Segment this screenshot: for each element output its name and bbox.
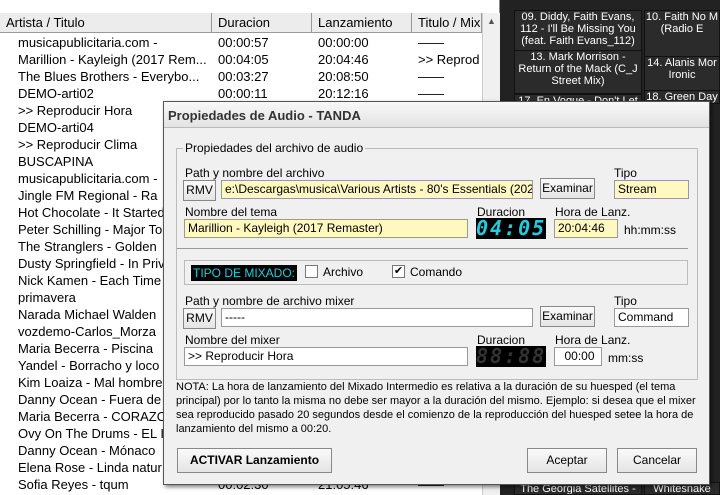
table-cell: >> Reprod bbox=[418, 52, 480, 67]
tipo-field[interactable]: Stream bbox=[614, 180, 689, 199]
aceptar-button[interactable]: Aceptar bbox=[527, 448, 607, 473]
table-cell: 00:00:11 bbox=[218, 86, 268, 101]
mixer-rmv-button[interactable]: RMV bbox=[183, 308, 216, 329]
table-row[interactable]: musicapublicitaria.com - 00:00:57 00:00:00… bbox=[0, 34, 482, 51]
table-cell: —— bbox=[418, 69, 444, 84]
mixer-hora-field[interactable]: 00:00 bbox=[554, 347, 602, 366]
cart-cell[interactable]: 14. Alanis Mor Ironic bbox=[644, 56, 720, 94]
column-header-mix[interactable]: Titulo / Mix bbox=[412, 13, 482, 32]
cancelar-button[interactable]: Cancelar bbox=[617, 448, 697, 473]
activar-lanzamiento-button[interactable]: ACTIVAR Lanzamiento bbox=[177, 448, 332, 473]
comando-label: Comando bbox=[410, 265, 463, 279]
mixer-nombre-field[interactable]: >> Reproducir Hora bbox=[184, 347, 468, 366]
mixer-duracion-display: 88:88 bbox=[476, 344, 547, 368]
table-cell: DEMO-arti02 bbox=[18, 86, 94, 101]
comando-checkbox[interactable]: ✔ bbox=[392, 265, 405, 278]
column-header-launch[interactable]: Lanzamiento bbox=[312, 13, 412, 32]
mixer-hora-format: mm:ss bbox=[608, 351, 644, 365]
hora-format: hh:mm:ss bbox=[624, 223, 677, 237]
table-cell: Marillion - Kayleigh (2017 Rem... bbox=[18, 52, 207, 67]
table-cell: 00:00:57 bbox=[218, 35, 269, 50]
path-field[interactable]: e:\Descargas\musica\Various Artists - 80… bbox=[221, 180, 533, 199]
table-cell: 00:00:00 bbox=[318, 35, 369, 50]
note-text: NOTA: La hora de lanzamiento del Mixado … bbox=[176, 381, 696, 435]
column-header-artist[interactable]: Artista / Titulo bbox=[0, 13, 212, 32]
table-cell: —— bbox=[418, 35, 444, 50]
mixer-path-field[interactable]: ----- bbox=[221, 308, 533, 327]
audio-properties-dialog: Propiedades de Audio - TANDA Propiedades… bbox=[163, 101, 710, 485]
cart-cell[interactable]: 13. Mark Morrison - Return of the Mack (… bbox=[514, 50, 642, 94]
dialog-title: Propiedades de Audio - TANDA bbox=[164, 102, 709, 128]
table-cell: musicapublicitaria.com - bbox=[18, 35, 158, 50]
mixer-tipo-field[interactable]: Command bbox=[614, 308, 689, 327]
archivo-label: Archivo bbox=[323, 265, 364, 279]
scroll-up-icon[interactable]: ▲ bbox=[483, 13, 500, 30]
duracion-display: 04:05 bbox=[476, 216, 547, 240]
playlist-header: Artista / Titulo Duracion Lanzamiento Ti… bbox=[0, 13, 482, 33]
hora-field[interactable]: 20:04:46 bbox=[554, 219, 618, 238]
mixer-tipo-label: Tipo bbox=[614, 294, 637, 308]
divider bbox=[177, 248, 688, 249]
table-cell: The Blues Brothers - Everybo... bbox=[18, 69, 200, 84]
mixer-nombre-label: Nombre del mixer bbox=[185, 333, 280, 347]
hora-label: Hora de Lanz. bbox=[555, 205, 631, 219]
nombre-label: Nombre del tema bbox=[185, 205, 278, 219]
mixer-path-label: Path y nombre de archivo mixer bbox=[185, 294, 355, 308]
table-row[interactable]: DEMO-arti02 00:00:11 20:12:16 —— bbox=[0, 85, 482, 102]
table-cell: —— bbox=[418, 86, 444, 101]
table-cell: 20:08:50 bbox=[318, 69, 369, 84]
table-cell: 00:03:27 bbox=[218, 69, 269, 84]
mix-type-label: TIPO DE MIXADO: bbox=[191, 265, 298, 281]
table-cell: 00:04:05 bbox=[218, 52, 269, 67]
mixer-examinar-button[interactable]: Examinar bbox=[540, 306, 595, 327]
tipo-label: Tipo bbox=[614, 166, 637, 180]
table-cell: 20:04:46 bbox=[318, 52, 369, 67]
rmv-button[interactable]: RMV bbox=[183, 180, 216, 201]
mixer-hora-label: Hora de Lanz. bbox=[555, 333, 631, 347]
table-cell: 20:12:16 bbox=[318, 86, 369, 101]
column-header-duration[interactable]: Duracion bbox=[212, 13, 312, 32]
path-label: Path y nombre del archivo bbox=[185, 166, 325, 180]
table-row[interactable]: Marillion - Kayleigh (2017 Rem... 00:04:0… bbox=[0, 51, 482, 68]
examinar-button[interactable]: Examinar bbox=[540, 178, 595, 199]
group-legend: Propiedades del archivo de audio bbox=[183, 141, 366, 155]
nombre-field[interactable]: Marillion - Kayleigh (2017 Remaster) bbox=[184, 219, 468, 238]
archivo-checkbox[interactable] bbox=[305, 265, 318, 278]
table-row[interactable]: The Blues Brothers - Everybo... 00:03:27 2… bbox=[0, 68, 482, 85]
